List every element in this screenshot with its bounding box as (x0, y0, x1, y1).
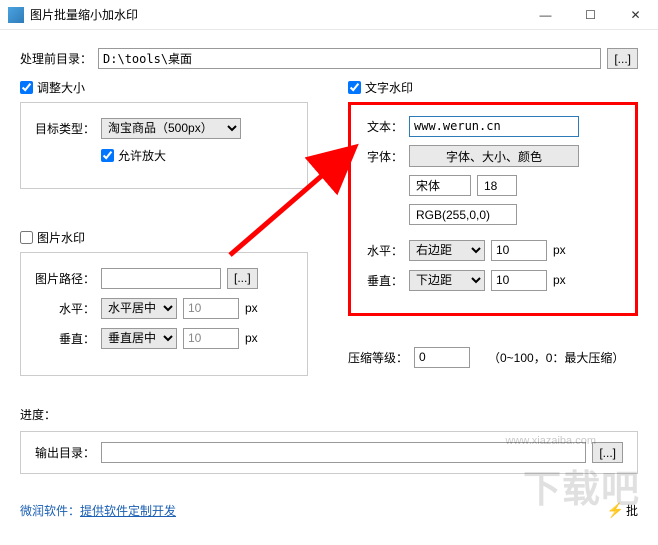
font-label: 字体： (363, 148, 403, 165)
txt-h-mode-select[interactable]: 右边距 (409, 240, 485, 261)
allow-enlarge-input[interactable] (101, 149, 114, 162)
img-v-value-input[interactable] (183, 328, 239, 349)
watermark-text-input[interactable] (409, 116, 579, 137)
site-watermark: 下载吧 (523, 458, 640, 513)
image-watermark-checkbox[interactable]: 图片水印 (20, 229, 308, 246)
source-dir-label: 处理前目录： (20, 50, 92, 67)
txt-h-value-input[interactable] (491, 240, 547, 261)
resize-checkbox-input[interactable] (20, 81, 33, 94)
allow-enlarge-checkbox[interactable]: 允许放大 (101, 147, 293, 164)
vendor-label: 微润软件： (20, 502, 80, 519)
resize-group: 目标类型： 淘宝商品（500px） 允许放大 (20, 102, 308, 189)
text-label: 文本： (363, 118, 403, 135)
font-name-display: 宋体 (409, 175, 471, 196)
compress-input[interactable] (414, 347, 470, 368)
txt-v-unit: px (553, 273, 566, 287)
font-size-display: 18 (477, 175, 517, 196)
target-type-label: 目标类型： (35, 120, 95, 137)
img-h-mode-select[interactable]: 水平居中 (101, 298, 177, 319)
img-v-label: 垂直： (35, 330, 95, 347)
font-settings-button[interactable]: 字体、大小、颜色 (409, 145, 579, 167)
image-watermark-input[interactable] (20, 231, 33, 244)
titlebar: 图片批量缩小加水印 — ☐ ✕ (0, 0, 658, 30)
close-button[interactable]: ✕ (613, 0, 658, 30)
image-watermark-group: 图片路径： [...] 水平： 水平居中 px 垂直： 垂直居中 px (20, 252, 308, 376)
window-title: 图片批量缩小加水印 (30, 6, 523, 23)
img-h-value-input[interactable] (183, 298, 239, 319)
img-h-unit: px (245, 301, 258, 315)
resize-checkbox-label: 调整大小 (37, 79, 85, 96)
compress-label: 压缩等级： (348, 349, 408, 366)
resize-checkbox[interactable]: 调整大小 (20, 79, 308, 96)
txt-v-value-input[interactable] (491, 270, 547, 291)
txt-v-mode-select[interactable]: 下边距 (409, 270, 485, 291)
img-v-unit: px (245, 331, 258, 345)
img-h-label: 水平： (35, 300, 95, 317)
img-v-mode-select[interactable]: 垂直居中 (101, 328, 177, 349)
txt-h-unit: px (553, 243, 566, 257)
img-path-label: 图片路径： (35, 270, 95, 287)
progress-label: 进度： (20, 406, 56, 423)
progress-row: 进度： (20, 406, 638, 423)
output-dir-label: 输出目录： (35, 444, 95, 461)
text-watermark-checkbox[interactable]: 文字水印 (348, 79, 638, 96)
source-dir-input[interactable] (98, 48, 601, 69)
font-color-display: RGB(255,0,0) (409, 204, 517, 225)
compress-hint: （0~100，0：最大压缩） (488, 349, 624, 366)
maximize-button[interactable]: ☐ (568, 0, 613, 30)
text-watermark-input[interactable] (348, 81, 361, 94)
target-type-select[interactable]: 淘宝商品（500px） (101, 118, 241, 139)
text-watermark-group: 文本： 字体： 字体、大小、颜色 宋体 18 RGB(255,0,0) 水平： … (348, 102, 638, 316)
site-watermark-url: www.xiazaiba.com (506, 435, 596, 447)
txt-v-label: 垂直： (363, 272, 403, 289)
allow-enlarge-label: 允许放大 (118, 147, 166, 164)
img-path-browse-button[interactable]: [...] (227, 268, 258, 289)
txt-h-label: 水平： (363, 242, 403, 259)
source-dir-row: 处理前目录： [...] (20, 48, 638, 69)
text-watermark-label: 文字水印 (365, 79, 413, 96)
img-path-input[interactable] (101, 268, 221, 289)
vendor-link[interactable]: 提供软件定制开发 (80, 502, 176, 519)
minimize-button[interactable]: — (523, 0, 568, 30)
app-icon (8, 7, 24, 23)
source-browse-button[interactable]: [...] (607, 48, 638, 69)
image-watermark-label: 图片水印 (37, 229, 85, 246)
